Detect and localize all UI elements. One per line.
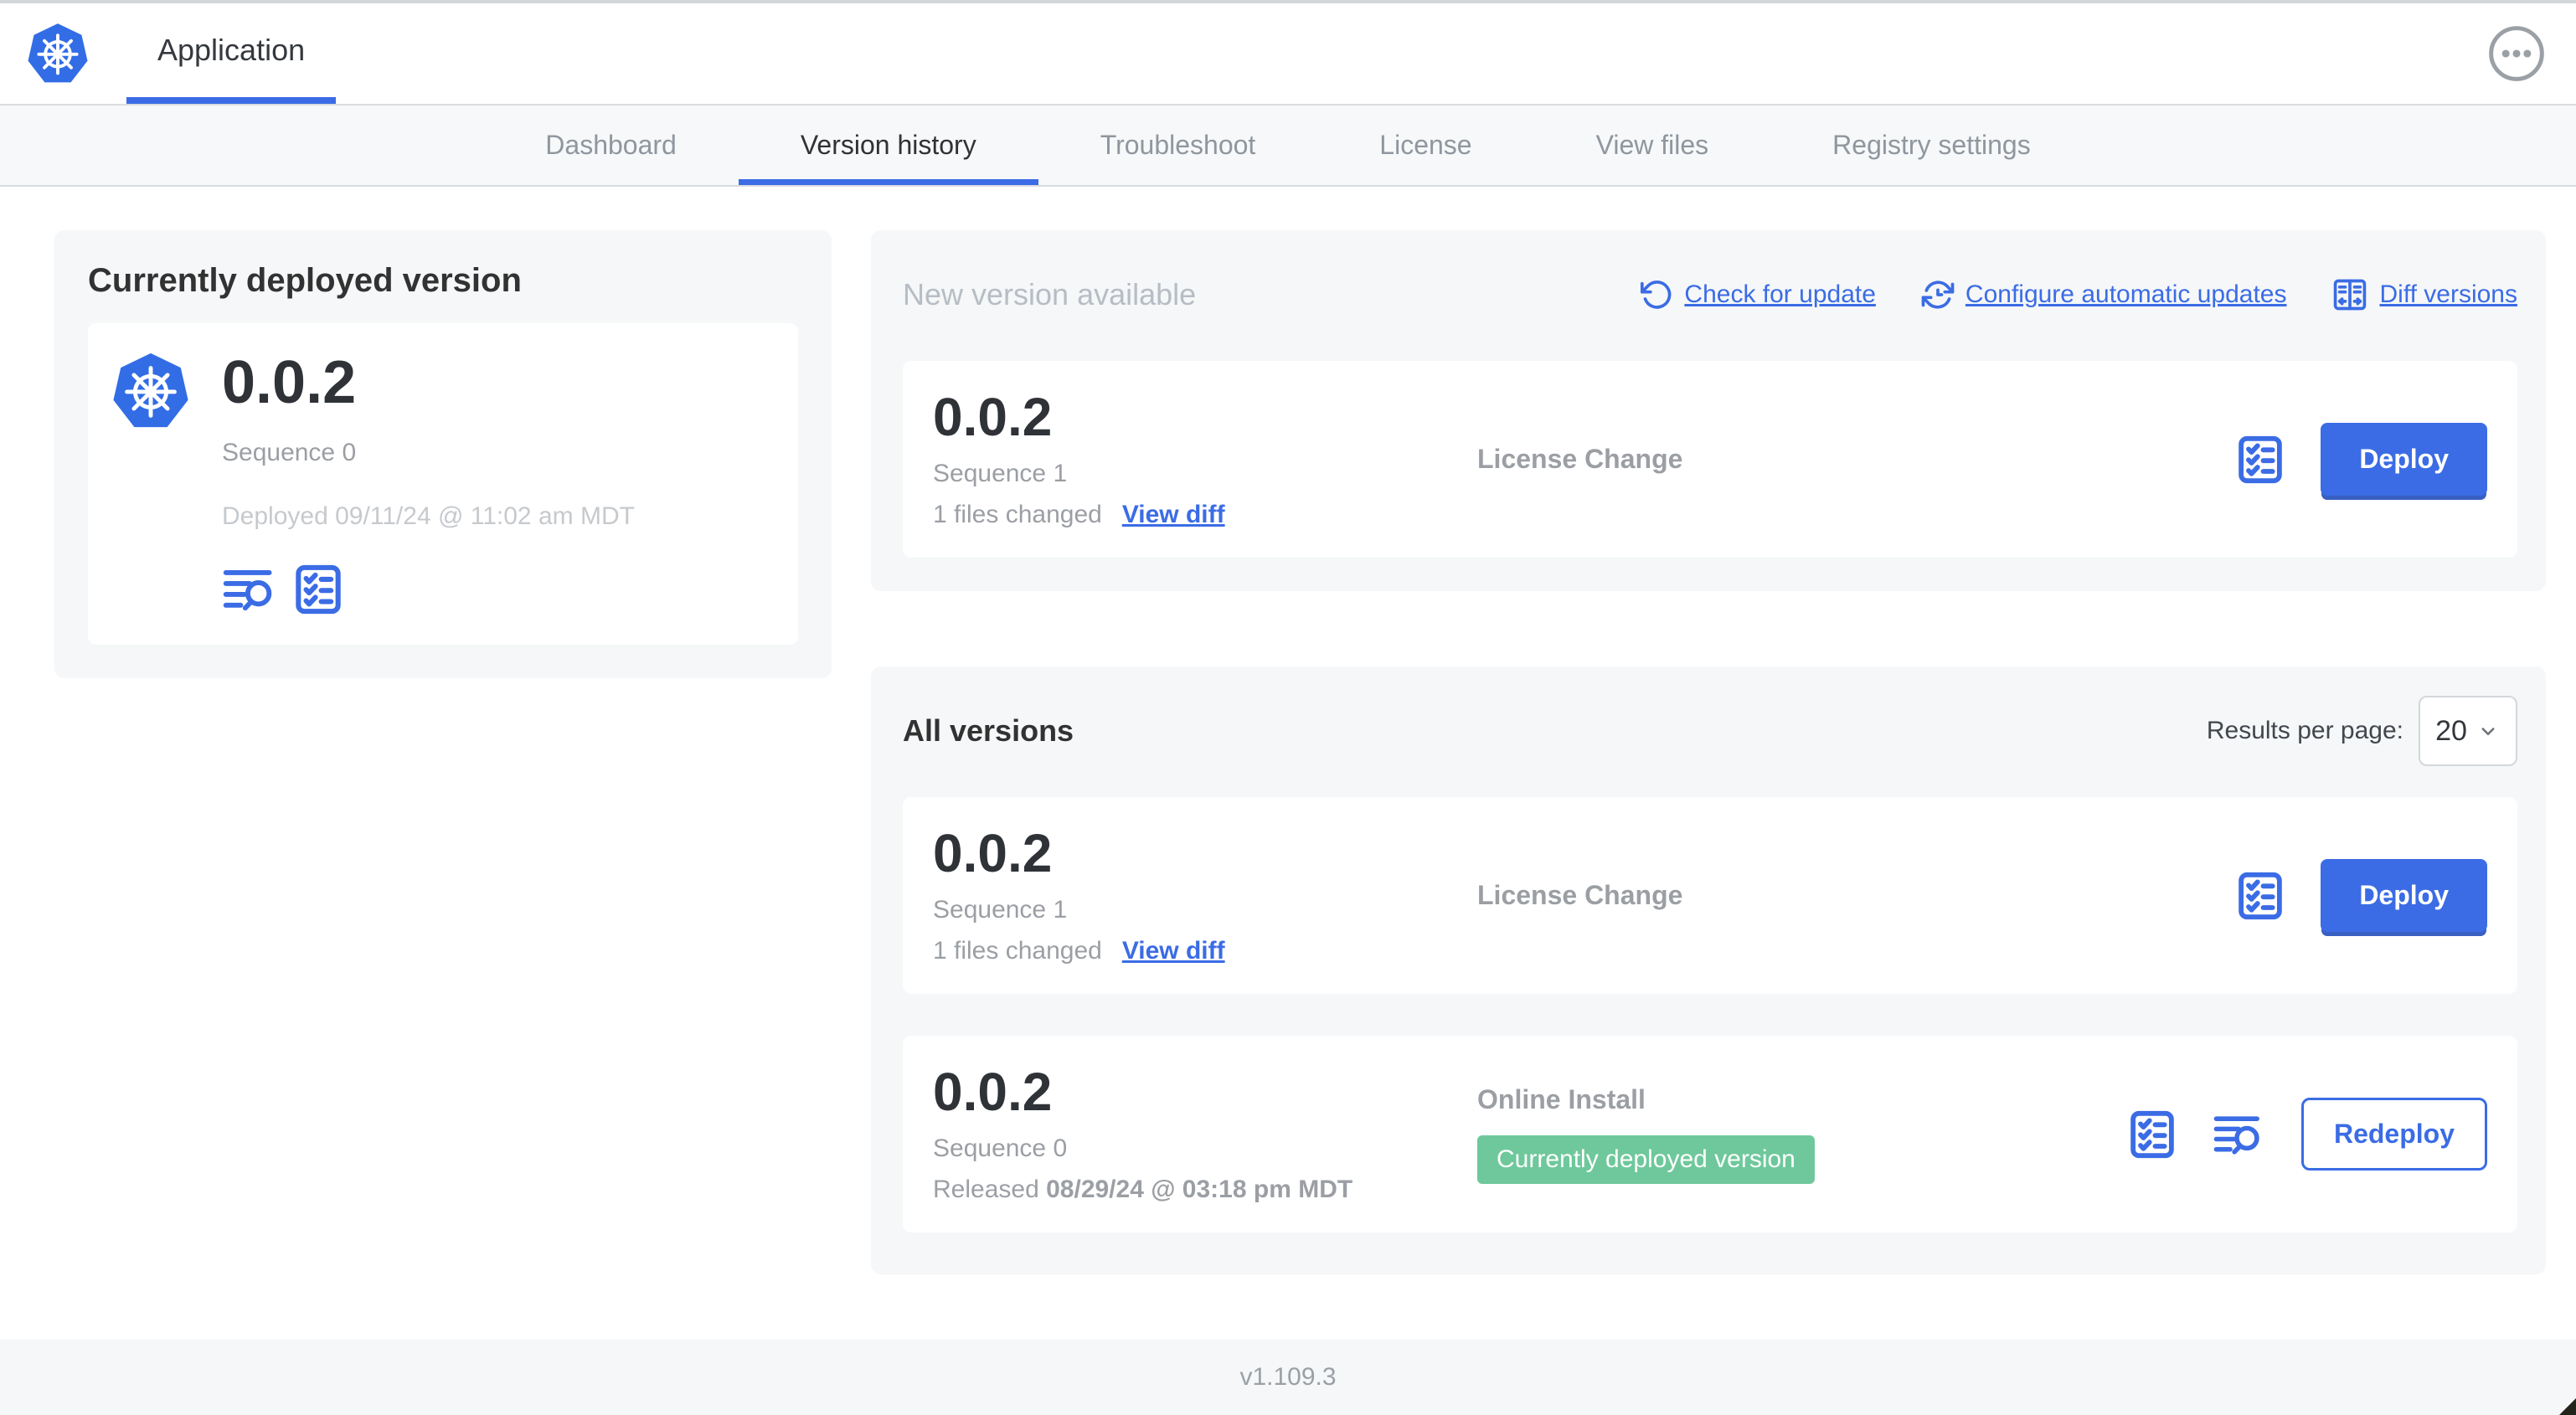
deployed-sequence: Sequence 0: [222, 438, 357, 466]
version-actions: Deploy: [2237, 859, 2487, 932]
all-versions-card: All versions Results per page: 20 0.0.2 …: [871, 666, 2546, 1274]
tab-version-history[interactable]: Version history: [738, 105, 1038, 185]
app-footer: v1.109.3: [0, 1340, 2576, 1415]
results-per-page-value: 20: [2435, 714, 2467, 747]
redeploy-button[interactable]: Redeploy: [2300, 1098, 2487, 1171]
kubernetes-logo-icon: [25, 21, 90, 86]
version-details: 0.0.2 Sequence 1 1 files changed View di…: [933, 386, 1477, 529]
deployed-version-info: 0.0.2 Sequence 0 Deployed 09/11/24 @ 11:…: [222, 345, 635, 616]
version-sequence: Sequence 1: [933, 460, 1068, 488]
files-changed-text: 1 files changed: [933, 501, 1102, 529]
right-column: New version available Check for update C…: [871, 230, 2546, 1274]
version-number: 0.0.2: [933, 386, 1053, 447]
version-sequence: Sequence 1: [933, 896, 1068, 924]
currently-deployed-badge: Currently deployed version: [1477, 1135, 1815, 1184]
release-notes-icon[interactable]: [2237, 434, 2284, 486]
view-logs-icon[interactable]: [2213, 1112, 2264, 1157]
deployed-version-number: 0.0.2: [222, 349, 357, 416]
files-changed-text: 1 files changed: [933, 937, 1102, 965]
update-links: Check for update Configure automatic upd…: [1640, 276, 2517, 313]
version-source-label: License Change: [1477, 880, 1683, 910]
version-source-label: License Change: [1477, 444, 1683, 474]
view-diff-link[interactable]: View diff: [1122, 937, 1225, 965]
version-row-sequence-0: 0.0.2 Sequence 0 Released 08/29/24 @ 03:…: [903, 1036, 2517, 1232]
version-details: 0.0.2 Sequence 1 1 files changed View di…: [933, 822, 1477, 965]
more-options-button[interactable]: [2487, 24, 2546, 83]
new-version-title: New version available: [903, 277, 1197, 311]
released-timestamp: Released 08/29/24 @ 03:18 pm MDT: [933, 1176, 1477, 1204]
release-notes-icon[interactable]: [294, 563, 343, 616]
released-prefix: Released: [933, 1176, 1039, 1204]
files-changed-line: 1 files changed View diff: [933, 501, 1477, 529]
version-sequence: Sequence 0: [933, 1135, 1068, 1163]
configure-automatic-updates-link[interactable]: Configure automatic updates: [1921, 278, 2286, 311]
deployed-version-card: 0.0.2 Sequence 0 Deployed 09/11/24 @ 11:…: [88, 323, 798, 645]
version-source: License Change: [1477, 444, 2237, 475]
released-date: 08/29/24 @ 03:18 pm MDT: [1046, 1176, 1353, 1204]
release-notes-icon[interactable]: [2237, 870, 2284, 922]
app-tab[interactable]: Application: [126, 3, 337, 104]
new-version-header: New version available Check for update C…: [903, 259, 2517, 331]
all-versions-header: All versions Results per page: 20: [903, 695, 2517, 767]
currently-deployed-title: Currently deployed version: [88, 262, 522, 299]
tab-view-files[interactable]: View files: [1534, 105, 1771, 185]
results-per-page: Results per page: 20: [2207, 696, 2517, 766]
split-diff-icon: [2334, 279, 2367, 311]
view-diff-link[interactable]: View diff: [1122, 501, 1225, 529]
new-version-row: 0.0.2 Sequence 1 1 files changed View di…: [903, 361, 2517, 558]
schedule-sync-clock-icon: [1921, 280, 1955, 309]
header-spacer: [336, 3, 2487, 104]
version-actions: Deploy: [2237, 423, 2487, 496]
view-logs-icon[interactable]: [222, 565, 277, 614]
tab-dashboard[interactable]: Dashboard: [483, 105, 739, 185]
tab-license[interactable]: License: [1317, 105, 1533, 185]
version-source: License Change: [1477, 880, 2237, 911]
console-version: v1.109.3: [1239, 1363, 1337, 1391]
currently-deployed-card: Currently deployed version 0.0.2 Sequenc…: [54, 230, 832, 678]
files-changed-line: 1 files changed View diff: [933, 937, 1477, 965]
deployed-actions: [222, 563, 635, 616]
version-row-sequence-1: 0.0.2 Sequence 1 1 files changed View di…: [903, 797, 2517, 994]
application-icon: [110, 350, 192, 440]
version-number: 0.0.2: [933, 822, 1053, 883]
version-source-label: Online Install: [1477, 1084, 1646, 1114]
app-tab-label: Application: [157, 33, 306, 67]
results-per-page-select[interactable]: 20: [2419, 696, 2517, 766]
tab-registry-settings[interactable]: Registry settings: [1770, 105, 2093, 185]
release-notes-icon[interactable]: [2129, 1109, 2176, 1160]
version-number: 0.0.2: [933, 1061, 1053, 1122]
left-column: Currently deployed version 0.0.2 Sequenc…: [54, 230, 832, 678]
all-versions-title: All versions: [903, 713, 1074, 748]
chevron-down-icon: [2481, 728, 2495, 735]
version-details: 0.0.2 Sequence 0 Released 08/29/24 @ 03:…: [933, 1061, 1477, 1204]
rotate-ccw-icon: [1641, 280, 1672, 309]
deployed-timestamp: Deployed 09/11/24 @ 11:02 am MDT: [222, 502, 635, 530]
deploy-button[interactable]: Deploy: [2321, 859, 2487, 932]
main-content: Currently deployed version 0.0.2 Sequenc…: [0, 187, 2576, 1338]
app-subnav: Dashboard Version history Troubleshoot L…: [0, 105, 2576, 187]
results-per-page-label: Results per page:: [2206, 717, 2403, 744]
check-for-update-link[interactable]: Check for update: [1640, 278, 1876, 311]
ellipsis-circle-icon: [2489, 26, 2544, 81]
version-actions: Redeploy: [2129, 1098, 2487, 1171]
kots-admin-console: Application Dashboard Version history Tr…: [0, 0, 2576, 1415]
version-source: Online Install Currently deployed versio…: [1477, 1084, 2129, 1184]
diff-versions-link[interactable]: Diff versions: [2331, 276, 2517, 313]
deploy-button[interactable]: Deploy: [2321, 423, 2487, 496]
tab-troubleshoot[interactable]: Troubleshoot: [1038, 105, 1318, 185]
new-version-card: New version available Check for update C…: [871, 230, 2546, 591]
cursor-artifact: [2559, 1398, 2576, 1415]
app-header: Application: [0, 3, 2576, 105]
